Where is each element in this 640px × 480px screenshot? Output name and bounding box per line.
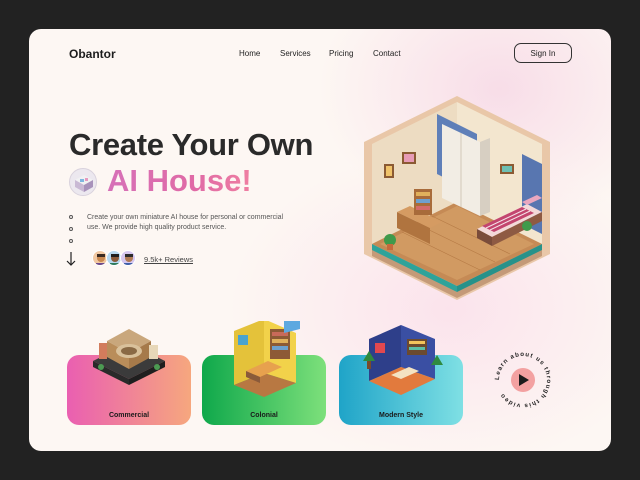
arrow-down-icon[interactable] bbox=[65, 251, 77, 267]
category-label-commercial: Commercial bbox=[108, 412, 150, 419]
category-card-modern-style[interactable]: Modern Style bbox=[339, 325, 463, 425]
colonial-illustration bbox=[234, 321, 300, 397]
category-card-colonial[interactable]: Colonial bbox=[202, 321, 326, 425]
pager-dot[interactable] bbox=[69, 239, 73, 243]
video-cta[interactable]: Learn about us through this video bbox=[492, 349, 554, 411]
commercial-illustration bbox=[93, 329, 165, 385]
nav-home[interactable]: Home bbox=[239, 49, 260, 58]
modern-style-illustration bbox=[363, 325, 443, 395]
hero-description: Create your own miniature AI house for p… bbox=[87, 214, 284, 231]
ai-house-room-illustration bbox=[364, 96, 550, 300]
pager-dot[interactable] bbox=[69, 215, 73, 219]
category-card-commercial[interactable]: Commercial bbox=[67, 329, 191, 425]
nav-services[interactable]: Services bbox=[280, 49, 311, 58]
nav-pricing[interactable]: Pricing bbox=[329, 49, 353, 58]
avatar bbox=[120, 250, 136, 266]
signin-button[interactable]: Sign In bbox=[514, 43, 572, 63]
hero-title-line1: Create Your Own bbox=[69, 127, 314, 162]
hero-title-line2: AI House! bbox=[107, 163, 252, 198]
reviews-link[interactable]: 9.5k+ Reviews bbox=[144, 255, 193, 264]
nav-contact[interactable]: Contact bbox=[373, 49, 401, 58]
pager-dot[interactable] bbox=[69, 227, 73, 231]
category-label-colonial: Colonial bbox=[250, 412, 278, 419]
brand-logo[interactable]: Obantor bbox=[69, 47, 116, 61]
landing-card: Obantor Home Services Pricing Contact Si… bbox=[29, 29, 611, 451]
reviewer-avatars bbox=[92, 250, 140, 268]
category-label-modern-style: Modern Style bbox=[379, 412, 423, 419]
hero-house-thumbnail bbox=[69, 168, 97, 196]
